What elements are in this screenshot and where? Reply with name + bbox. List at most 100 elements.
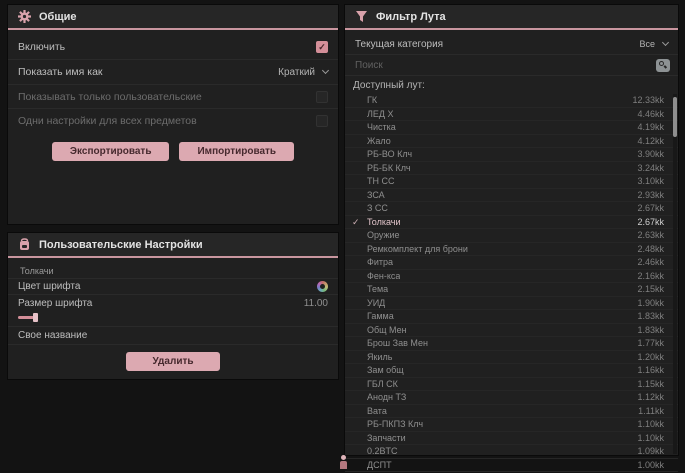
enable-label: Включить (18, 41, 65, 53)
loot-row[interactable]: Ремкомплект для брони 2.48kk (345, 243, 678, 257)
loot-item-value: 2.67kk (637, 203, 664, 213)
loot-row[interactable]: ДСПТ 1.00kk (345, 459, 678, 473)
loot-row[interactable]: ✓ Толкачи 2.67kk (345, 216, 678, 230)
bottom-center-figure-icon (339, 455, 348, 469)
loot-item-value: 2.63kk (637, 230, 664, 240)
loot-row[interactable]: УИД 1.90kk (345, 297, 678, 311)
search-input[interactable] (355, 60, 656, 71)
import-button[interactable]: Импортировать (179, 142, 294, 161)
loot-row[interactable]: ТН СС 3.10kk (345, 175, 678, 189)
loot-row[interactable]: РБ-БК Клч 3.24kk (345, 162, 678, 176)
loot-item-value: 1.00kk (637, 460, 664, 470)
custom-name-label: Свое название (18, 330, 87, 341)
loot-item-name: Жало (367, 136, 391, 146)
loot-row[interactable]: Вата 1.11kk (345, 405, 678, 419)
delete-button[interactable]: Удалить (126, 352, 219, 371)
loot-item-value: 1.09kk (637, 446, 664, 456)
category-dropdown[interactable]: Все (639, 39, 668, 49)
font-color-label: Цвет шрифта (18, 281, 80, 292)
category-label: Текущая категория (355, 39, 443, 50)
same-settings-checkbox[interactable] (316, 115, 328, 127)
loot-row[interactable]: ГБЛ СК 1.15kk (345, 378, 678, 392)
loot-item-name: ГК (367, 95, 377, 105)
loot-row[interactable]: Брош Зав Мен 1.77kk (345, 337, 678, 351)
user-settings-panel-title: Пользовательские Настройки (39, 239, 203, 251)
loot-row[interactable]: РБ-ВО Клч 3.90kk (345, 148, 678, 162)
loot-row[interactable]: Общ Мен 1.83kk (345, 324, 678, 338)
loot-row[interactable]: 0.2BTC 1.09kk (345, 445, 678, 459)
loot-item-value: 2.15kk (637, 284, 664, 294)
export-button[interactable]: Экспортировать (52, 142, 170, 161)
scrollbar-track[interactable] (673, 94, 677, 454)
loot-row[interactable]: Тема 2.15kk (345, 283, 678, 297)
loot-item-name: Зам общ (367, 365, 404, 375)
search-row (345, 55, 678, 76)
loot-row[interactable]: Фитра 2.46kk (345, 256, 678, 270)
loot-item-name: Оружие (367, 230, 400, 240)
only-custom-label: Показывать только пользовательские (18, 91, 202, 103)
loot-item-name: Анодн ТЗ (367, 392, 406, 402)
loot-row[interactable]: Запчасти 1.10kk (345, 432, 678, 446)
loot-row[interactable]: Жало 4.12kk (345, 135, 678, 149)
search-icon[interactable] (656, 59, 670, 72)
loot-item-value: 4.46kk (637, 109, 664, 119)
chevron-down-icon (322, 67, 329, 74)
loot-item-value: 1.90kk (637, 298, 664, 308)
loot-item-name: Фен-кса (367, 271, 400, 281)
name-mode-label: Показать имя как (18, 66, 103, 78)
loot-row[interactable]: Анодн ТЗ 1.12kk (345, 391, 678, 405)
loot-item-name: Гамма (367, 311, 394, 321)
only-custom-checkbox[interactable] (316, 91, 328, 103)
loot-row[interactable]: ЛЕД X 4.46kk (345, 108, 678, 122)
name-mode-dropdown[interactable]: Краткий (278, 67, 328, 78)
loot-row[interactable]: Оружие 2.63kk (345, 229, 678, 243)
font-size-slider[interactable] (18, 313, 328, 322)
slider-thumb[interactable] (33, 313, 38, 322)
loot-item-value: 1.10kk (637, 419, 664, 429)
color-wheel-icon[interactable] (317, 281, 328, 292)
user-settings-panel-header: Пользовательские Настройки (8, 233, 338, 258)
loot-filter-panel-header: Фильтр Лута (345, 5, 678, 30)
loot-item-name: ЛЕД X (367, 109, 394, 119)
loot-item-name: Якиль (367, 352, 392, 362)
loot-item-name: 0.2BTC (367, 446, 398, 456)
category-value: Все (639, 39, 655, 49)
loot-item-value: 12.33kk (632, 95, 664, 105)
loot-row[interactable]: З СС 2.67kk (345, 202, 678, 216)
loot-item-value: 2.46kk (637, 257, 664, 267)
available-loot-label: Доступный лут: (345, 76, 678, 94)
general-panel: Общие Включить ✓ Показать имя как Кратки… (8, 5, 338, 224)
loot-item-name: Общ Мен (367, 325, 407, 335)
loot-item-value: 1.16kk (637, 365, 664, 375)
loot-item-value: 1.10kk (637, 433, 664, 443)
loot-row[interactable]: Якиль 1.20kk (345, 351, 678, 365)
general-panel-title: Общие (39, 11, 77, 23)
custom-name-input[interactable] (97, 330, 328, 341)
loot-item-name: УИД (367, 298, 385, 308)
loot-row[interactable]: Фен-кса 2.16kk (345, 270, 678, 284)
loot-item-name: Тема (367, 284, 388, 294)
loot-item-value: 1.20kk (637, 352, 664, 362)
loot-row[interactable]: РБ-ПКПЗ Клч 1.10kk (345, 418, 678, 432)
loot-item-name: З СС (367, 203, 388, 213)
loot-item-name: РБ-ВО Клч (367, 149, 412, 159)
font-size-value: 11.00 (304, 298, 328, 309)
loot-filter-panel-title: Фильтр Лута (376, 11, 446, 23)
loot-item-name: Фитра (367, 257, 393, 267)
scrollbar-thumb[interactable] (673, 97, 677, 137)
loot-row[interactable]: ГК 12.33kk (345, 94, 678, 108)
loot-row[interactable]: Зам общ 1.16kk (345, 364, 678, 378)
loot-item-name: ЗСА (367, 190, 385, 200)
loot-row[interactable]: Чистка 4.19kk (345, 121, 678, 135)
enable-checkbox[interactable]: ✓ (316, 41, 328, 53)
loot-item-value: 3.10kk (637, 176, 664, 186)
loot-row[interactable]: Гамма 1.83kk (345, 310, 678, 324)
funnel-icon (355, 10, 368, 23)
general-panel-header: Общие (8, 5, 338, 30)
loot-item-value: 3.90kk (637, 149, 664, 159)
name-mode-value: Краткий (278, 67, 315, 78)
gear-icon (18, 10, 31, 23)
loot-item-value: 2.93kk (637, 190, 664, 200)
loot-row[interactable]: ЗСА 2.93kk (345, 189, 678, 203)
font-size-label: Размер шрифта (18, 298, 92, 309)
